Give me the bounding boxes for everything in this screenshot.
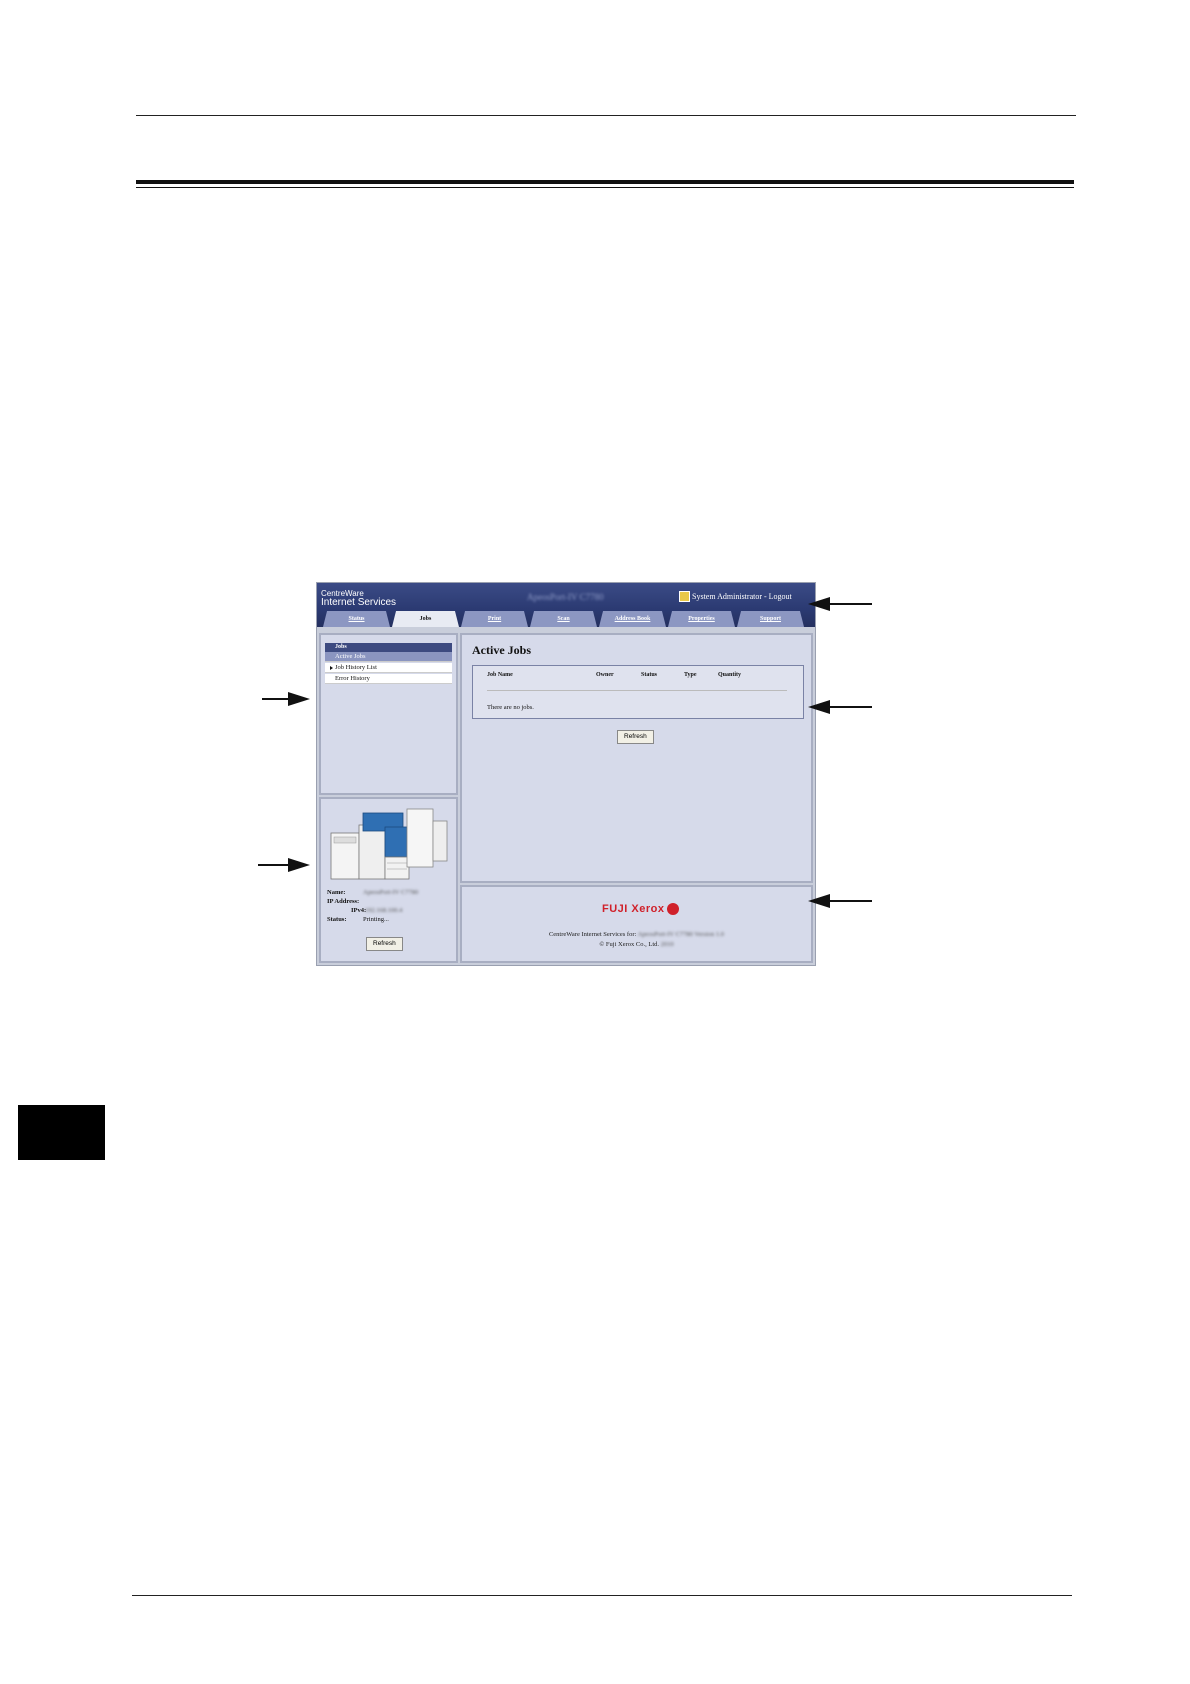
tab-scan[interactable]: Scan (530, 611, 597, 627)
ipv4-row: IPv4:192.168.100.4 (351, 907, 402, 914)
ip-address-label: IP Address: (327, 898, 363, 905)
nav-heading: Jobs (325, 643, 452, 652)
version-prefix: CentreWare Internet Services for: (548, 931, 637, 938)
expand-arrow-icon (330, 666, 333, 670)
device-frame: Name: ApeosPort-IV C7780 IP Address: IPv4… (319, 797, 458, 963)
name-value: ApeosPort-IV C7780 (363, 889, 419, 896)
arrow-main (808, 700, 872, 714)
active-jobs-table: Job Name Owner Status Type Quantity Ther… (472, 665, 804, 719)
arrow-header (808, 597, 872, 611)
main-frame: Active Jobs Job Name Owner Status Type Q… (460, 633, 813, 883)
arrow-footer (808, 894, 872, 908)
footer-rule (132, 1595, 1072, 1596)
header-rule (136, 115, 1076, 116)
jobs-refresh-button[interactable]: Refresh (617, 730, 654, 744)
col-job-name: Job Name (487, 672, 513, 678)
col-type: Type (684, 672, 697, 678)
page-title: Active Jobs (472, 643, 531, 657)
device-status: Status: Printing... (327, 916, 389, 923)
admin-icon (679, 591, 690, 602)
tab-status[interactable]: Status (323, 611, 390, 627)
col-quantity: Quantity (718, 672, 742, 678)
logout-link[interactable]: System Administrator - Logout (679, 591, 792, 602)
tab-print[interactable]: Print (461, 611, 528, 627)
cwis-header: CentreWare Internet Services ApeosPort-I… (317, 583, 815, 627)
nav-item-job-history[interactable]: Job History List (325, 663, 452, 673)
cwis-screenshot: CentreWare Internet Services ApeosPort-I… (316, 582, 816, 966)
nav-item-error-history[interactable]: Error History (325, 674, 452, 684)
empty-message: There are no jobs. (487, 704, 534, 711)
nav-item-label: Job History List (335, 664, 377, 671)
ipv4-value: 192.168.100.4 (365, 907, 403, 914)
chapter-tab (18, 1105, 105, 1160)
copyright-prefix: © Fuji Xerox Co., Ltd. (599, 941, 660, 948)
arrow-device (258, 858, 310, 872)
tab-bar: Status Jobs Print Scan Address Book Prop… (323, 611, 804, 627)
footer-copyright: © Fuji Xerox Co., Ltd. 2010 (462, 941, 811, 948)
title-rule-thin (136, 187, 1074, 188)
model-name: ApeosPort-IV C7780 (527, 592, 604, 602)
logo-text: FUJI Xerox (602, 903, 665, 915)
fuji-xerox-logo: FUJI Xerox (602, 903, 680, 915)
title-rule-thick (136, 180, 1074, 184)
ipv4-label: IPv4: (351, 907, 367, 914)
table-divider (487, 690, 787, 691)
logout-label: System Administrator - Logout (692, 592, 792, 601)
footer-frame: FUJI Xerox CentreWare Internet Services … (460, 885, 813, 963)
tab-address-book[interactable]: Address Book (599, 611, 666, 627)
status-value: Printing... (363, 916, 389, 923)
brand-line2: Internet Services (321, 597, 397, 608)
tab-jobs[interactable]: Jobs (392, 611, 459, 627)
printer-image (330, 808, 448, 880)
name-label: Name: (327, 889, 346, 896)
footer-version: CentreWare Internet Services for: ApeosP… (462, 931, 811, 938)
copyright-year: 2010 (660, 941, 674, 948)
arrow-menu (262, 692, 310, 706)
device-refresh-button[interactable]: Refresh (366, 937, 403, 951)
nav-item-active-jobs[interactable]: Active Jobs (325, 652, 452, 662)
tab-properties[interactable]: Properties (668, 611, 735, 627)
menu-frame: Jobs Active Jobs Job History List Error … (319, 633, 458, 795)
col-status: Status (641, 672, 658, 678)
version-value: ApeosPort-IV C7780 Version 1.0 (637, 931, 725, 938)
device-name: Name: ApeosPort-IV C7780 (327, 889, 418, 896)
status-label: Status: (327, 916, 347, 923)
ip-label: IP Address: (327, 898, 360, 905)
col-owner: Owner (596, 672, 614, 678)
xerox-ball-icon (667, 903, 680, 915)
tab-support[interactable]: Support (737, 611, 804, 627)
